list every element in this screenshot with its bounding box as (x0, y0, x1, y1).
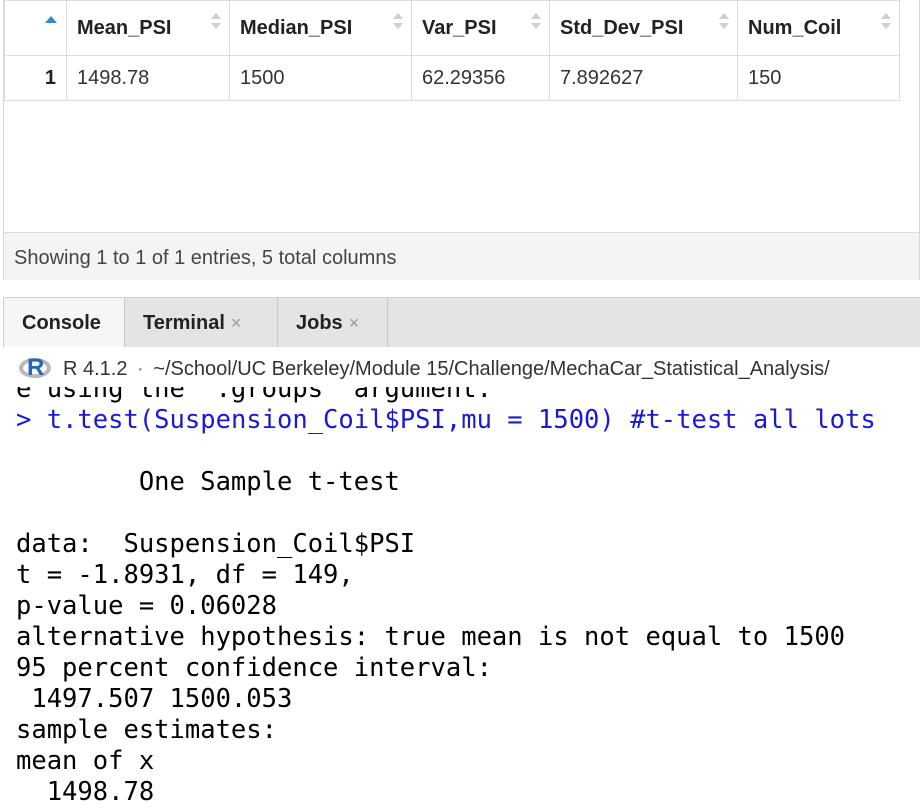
column-header-label: Std_Dev_PSI (560, 16, 684, 39)
close-icon[interactable]: × (349, 313, 360, 333)
sort-icon (531, 11, 541, 33)
row-number: 1 (4, 55, 67, 101)
table-cell: 150 (737, 55, 900, 101)
sort-icon (211, 11, 221, 33)
tab-console[interactable]: Console (4, 298, 125, 348)
sort-ascending-icon (45, 16, 57, 23)
console-output-line: 1497.507 1500.053 (16, 684, 293, 714)
data-viewer: Mean_PSI Median_PSI Var_PSI Std_Dev_PSI … (3, 0, 920, 280)
console-output-line: 1498.78 (16, 777, 155, 807)
column-header-var-psi[interactable]: Var_PSI (411, 0, 550, 56)
console-output-line: mean of x (16, 746, 155, 776)
console-output-line: One Sample t-test (16, 467, 400, 497)
console-output[interactable]: e using the `.groups` argument. > t.test… (0, 387, 920, 812)
pane-tab-bar: Console Terminal × Jobs × (3, 297, 920, 348)
tab-label: Console (22, 312, 101, 334)
column-header-std-dev-psi[interactable]: Std_Dev_PSI (549, 0, 738, 56)
tab-jobs[interactable]: Jobs × (278, 298, 388, 348)
console-output-line: p-value = 0.06028 (16, 591, 277, 621)
column-header-label: Median_PSI (240, 16, 353, 39)
r-version: R 4.1.2 (63, 358, 128, 380)
table-status-bar: Showing 1 to 1 of 1 entries, 5 total col… (4, 232, 919, 280)
table-cell: 62.29356 (411, 55, 550, 101)
table-cell: 1498.78 (66, 55, 230, 101)
tab-label: Terminal (143, 312, 225, 334)
console-output-line: sample estimates: (16, 715, 277, 745)
working-directory-link[interactable]: ~/School/UC Berkeley/Module 15/Challenge… (153, 358, 829, 380)
table-cell: 1500 (229, 55, 412, 101)
console-output-line: alternative hypothesis: true mean is not… (16, 622, 846, 652)
sort-icon (719, 11, 729, 33)
table-cell: 7.892627 (549, 55, 738, 101)
column-header-label: Var_PSI (422, 16, 497, 39)
console-output-line: 95 percent confidence interval: (16, 653, 492, 683)
tab-terminal[interactable]: Terminal × (125, 298, 278, 348)
column-header-median-psi[interactable]: Median_PSI (229, 0, 412, 56)
close-icon[interactable]: × (231, 313, 242, 333)
data-table: Mean_PSI Median_PSI Var_PSI Std_Dev_PSI … (4, 0, 900, 101)
column-header-num-coil[interactable]: Num_Coil (737, 0, 900, 56)
console-partial-line: e using the `.groups` argument. (16, 387, 492, 404)
console-command: t.test(Suspension_Coil$PSI,mu = 1500) #t… (46, 405, 876, 435)
console-output-line: t = -1.8931, df = 149, (16, 560, 354, 590)
sort-icon (393, 11, 403, 33)
sort-icon (881, 11, 891, 33)
console-prompt: > (16, 405, 47, 435)
r-logo-icon: R (19, 354, 53, 381)
table-header-row: Mean_PSI Median_PSI Var_PSI Std_Dev_PSI … (4, 0, 900, 56)
console-output-line: data: Suspension_Coil$PSI (16, 529, 416, 559)
column-header-mean-psi[interactable]: Mean_PSI (66, 0, 230, 56)
row-number-header[interactable] (4, 0, 67, 56)
column-header-label: Mean_PSI (77, 16, 172, 39)
column-header-label: Num_Coil (748, 16, 842, 39)
path-separator: · (137, 358, 144, 380)
console-header: R R 4.1.2 · ~/School/UC Berkeley/Module … (3, 347, 920, 387)
tab-label: Jobs (296, 312, 343, 334)
console-command-line: > t.test(Suspension_Coil$PSI,mu = 1500) … (16, 405, 876, 436)
table-row: 1 1498.78 1500 62.29356 7.892627 150 (4, 55, 900, 101)
